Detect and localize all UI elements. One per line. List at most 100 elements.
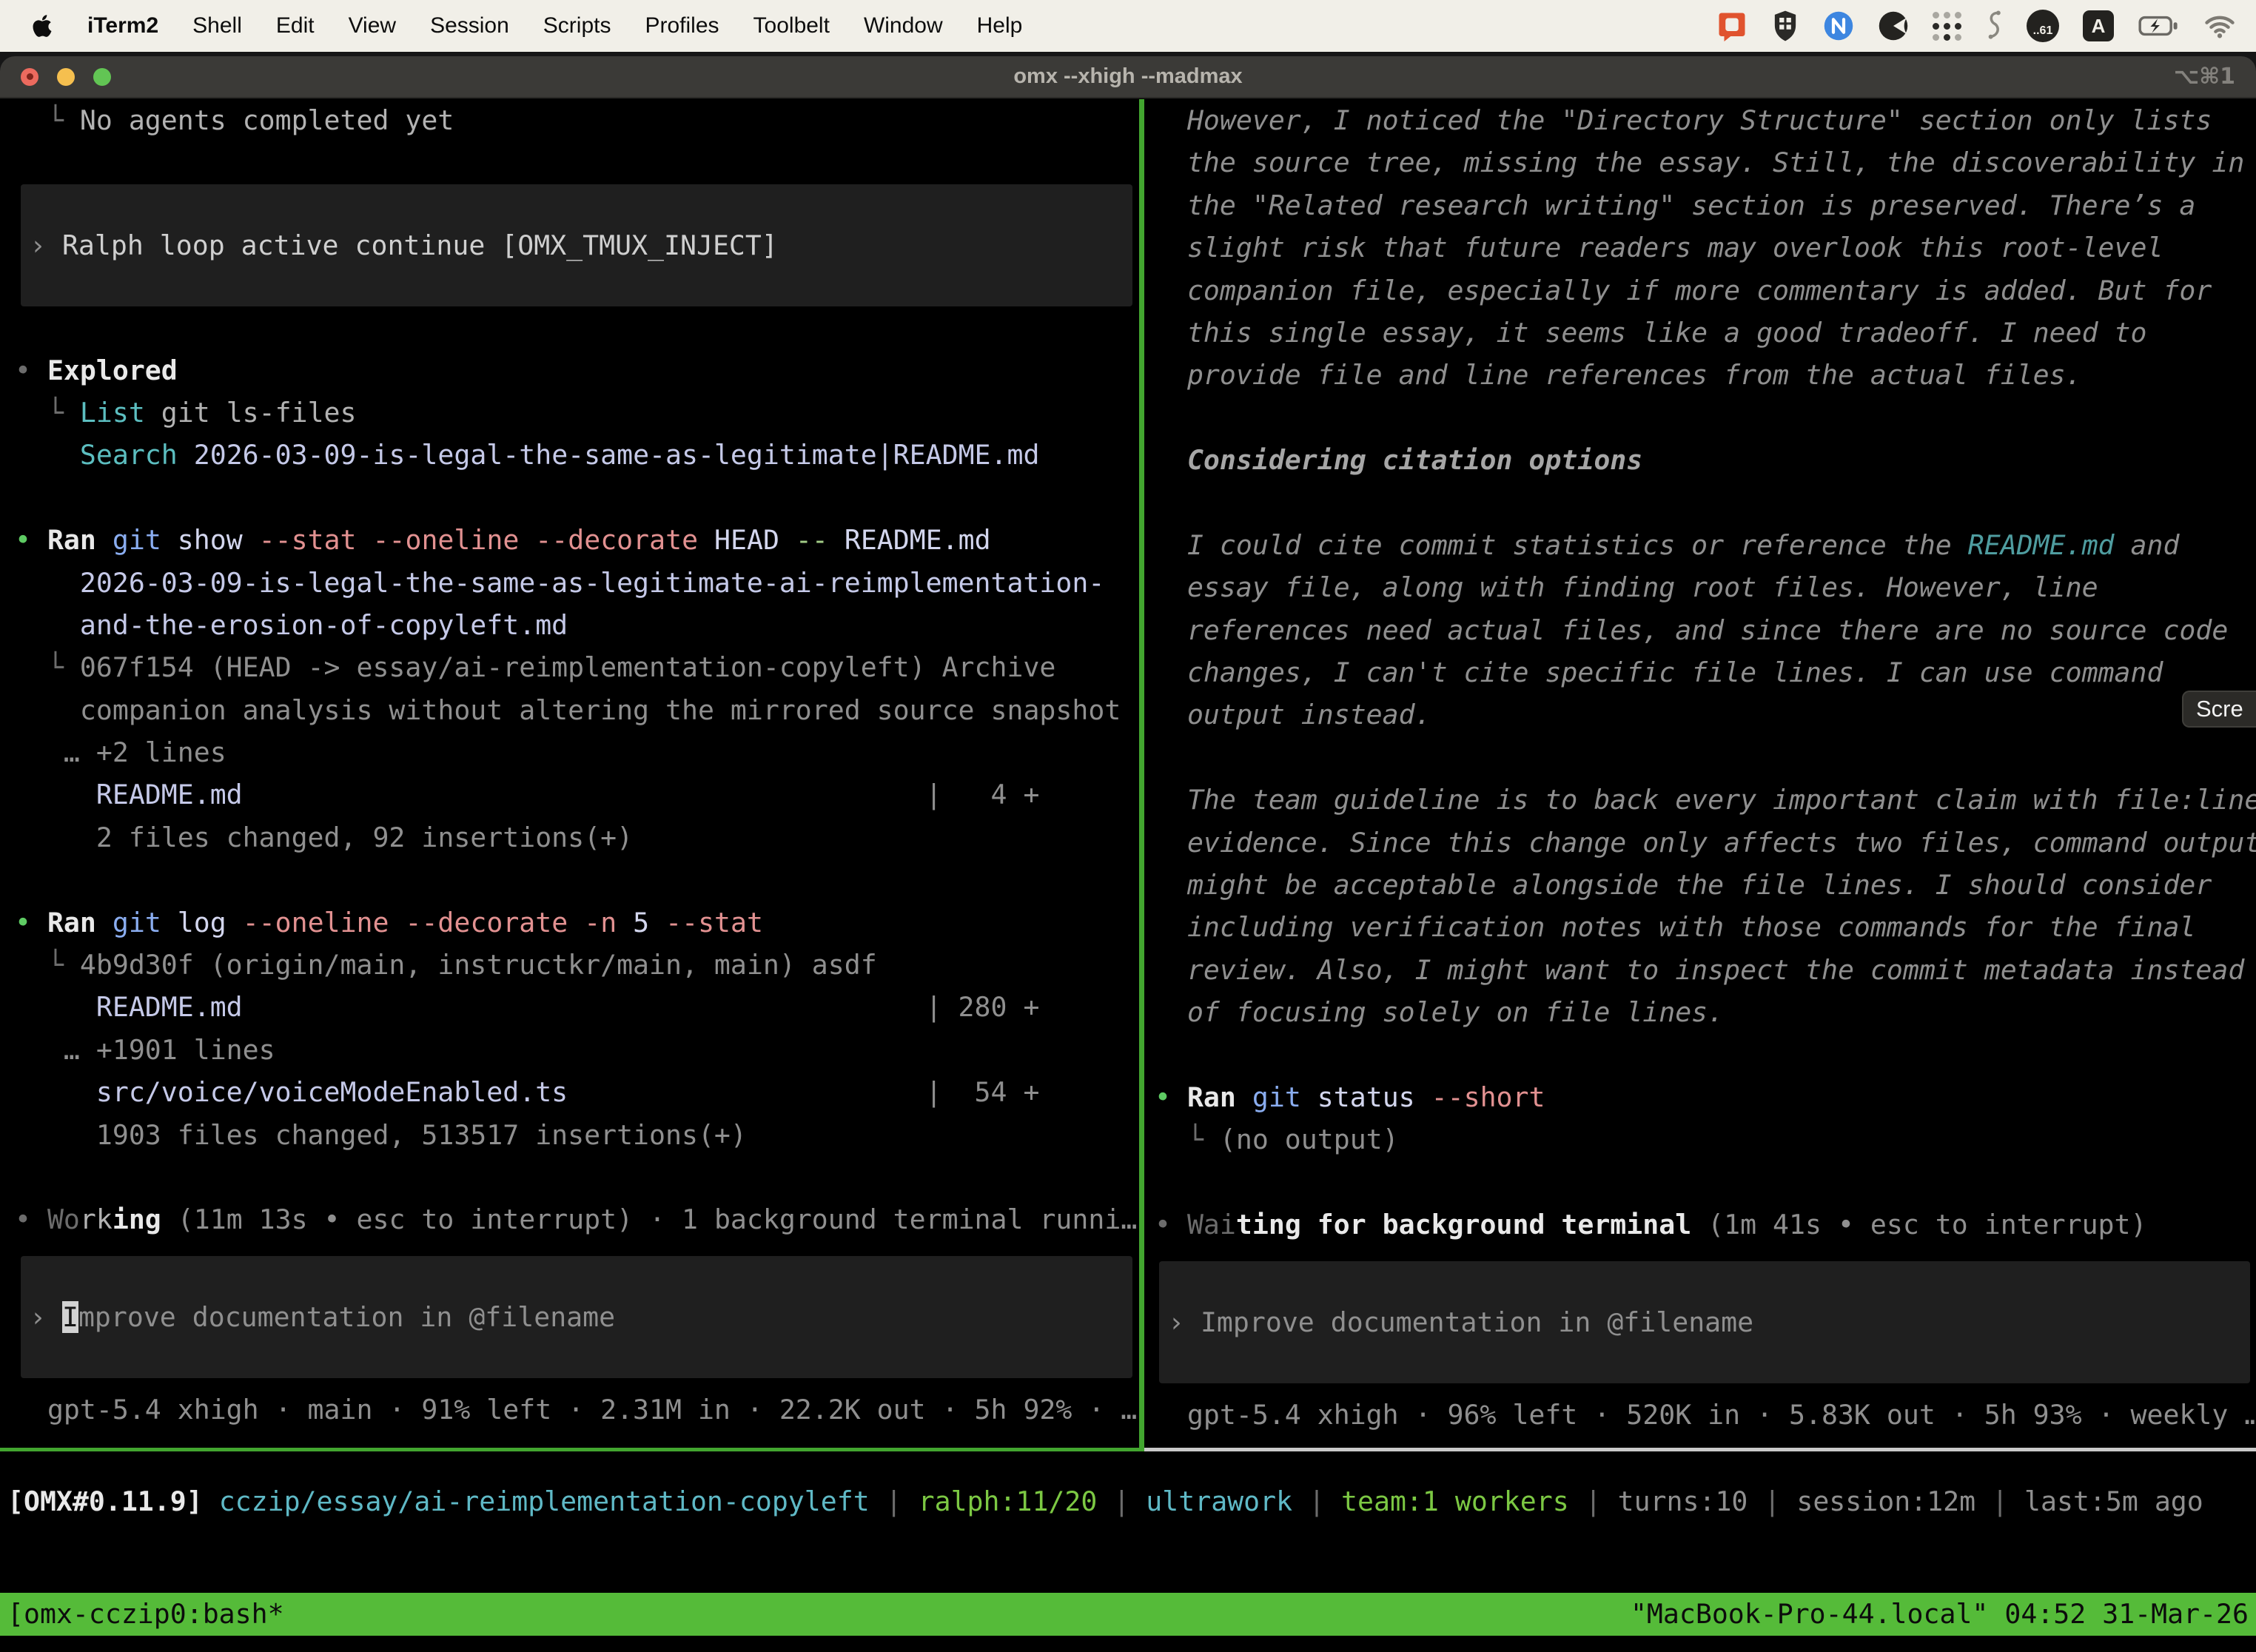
text-segment: └ — [15, 397, 80, 429]
text-segment — [519, 524, 535, 556]
battery-percent-badge[interactable]: ..61 — [2027, 10, 2059, 42]
apple-menu-icon[interactable] — [31, 13, 53, 38]
minimize-button[interactable] — [57, 68, 75, 86]
prompt-input[interactable]: › Improve documentation in @filename — [1159, 1261, 2250, 1383]
text-segment: changes, I can't cite specific file line… — [1155, 657, 2163, 688]
text-segment: might be acceptable alongside the file l… — [1155, 869, 2212, 901]
pane-border-inactive — [1144, 1448, 2256, 1451]
blue-badge-icon[interactable] — [1823, 10, 1854, 41]
terminal-line: … +1901 lines — [15, 1029, 1138, 1071]
desktop: { "menu_bar": { "items": [ {"label":"iTe… — [0, 0, 2256, 1652]
menu-view[interactable]: View — [349, 13, 396, 38]
text-segment: references need actual files, and since … — [1155, 614, 2228, 646]
text-segment — [828, 524, 845, 556]
text-segment: Ran — [1187, 1081, 1236, 1113]
reasoning-line: references need actual files, and since … — [1155, 609, 2256, 651]
menu-session[interactable]: Session — [430, 13, 509, 38]
menu-edit[interactable]: Edit — [276, 13, 315, 38]
reasoning-line: The team guideline is to back every impo… — [1155, 779, 2256, 821]
text-segment: git — [1252, 1081, 1301, 1113]
traffic-lights — [21, 68, 111, 86]
tmux-pane-right[interactable]: However, I noticed the "Directory Struct… — [1144, 99, 2256, 1436]
reasoning-heading: Considering citation options — [1155, 439, 2256, 481]
battery-icon[interactable] — [2138, 10, 2179, 41]
text-segment: | 280 + — [243, 991, 1040, 1023]
dots-grid-icon[interactable] — [1933, 12, 1961, 41]
window-title-bar[interactable]: omx --xhigh --madmax ⌥⌘1 — [0, 56, 2256, 98]
text-segment: --stat — [259, 524, 357, 556]
text-segment: of focusing solely on file lines. — [1155, 996, 1724, 1028]
text-segment: Search — [80, 439, 178, 471]
text-segment: 2026-03-09-is-legal-the-same-as-legitima… — [194, 439, 1040, 471]
menu-iterm2[interactable]: iTerm2 — [87, 13, 158, 38]
text-segment: ting for background terminal — [1236, 1209, 1691, 1240]
menu-profiles[interactable]: Profiles — [645, 13, 719, 38]
text-segment — [203, 1485, 219, 1517]
menu-toolbelt[interactable]: Toolbelt — [753, 13, 830, 38]
explored-header-line: • Explored — [15, 349, 1138, 392]
menu-window[interactable]: Window — [864, 13, 943, 38]
terminal-line: README.md | 280 + — [15, 986, 1138, 1028]
agents-summary-line: └ No agents completed yet — [15, 99, 1138, 141]
wifi-icon[interactable] — [2203, 10, 2237, 41]
prompt-input[interactable]: › Improve documentation in @filename — [21, 1256, 1132, 1378]
text-segment: review. Also, I might want to inspect th… — [1155, 954, 2244, 986]
shield-icon[interactable] — [1771, 10, 1799, 42]
omx-status-line: [OMX#0.11.9] cczip/essay/ai-reimplementa… — [7, 1480, 2203, 1522]
tooltip-text: Scre — [2196, 696, 2243, 722]
reasoning-line: the source tree, missing the essay. Stil… — [1155, 141, 2256, 184]
text-segment: --oneline — [243, 907, 389, 939]
menu-shell[interactable]: Shell — [192, 13, 242, 38]
iterm2-window: omx --xhigh --madmax ⌥⌘1 └ No agents com… — [0, 56, 2256, 1652]
injected-message-box: › Ralph loop active continue [OMX_TMUX_I… — [21, 184, 1132, 306]
text-segment: | 54 + — [568, 1076, 1039, 1108]
text-segment: --short — [1431, 1081, 1545, 1113]
text-segment — [96, 907, 113, 939]
text-segment: • — [15, 1203, 47, 1235]
text-segment: The team guideline is to back every impo… — [1155, 784, 2256, 816]
text-segment — [1236, 1081, 1252, 1113]
reasoning-line: output instead. — [1155, 694, 2256, 736]
terminal-line: src/voice/voiceModeEnabled.ts | 54 + — [15, 1071, 1138, 1113]
text-segment — [1301, 1081, 1317, 1113]
text-segment: and — [2115, 529, 2180, 561]
text-segment: … +1901 lines — [15, 1034, 275, 1066]
reasoning-line: this single essay, it seems like a good … — [1155, 312, 2256, 354]
text-segment — [779, 524, 796, 556]
tmux-status-bar: [omx-cczip0:bash* "MacBook-Pro-44.local"… — [0, 1593, 2256, 1636]
text-segment: this single essay, it seems like a good … — [1155, 317, 2146, 349]
box-line: › Improve documentation in @filename — [30, 1296, 1132, 1338]
text-segment: companion analysis without altering the … — [15, 694, 1121, 726]
text-segment: the "Related research writing" section i… — [1155, 189, 2195, 221]
text-segment — [389, 907, 406, 939]
text-segment: turns:10 — [1618, 1485, 1748, 1517]
zoom-button[interactable] — [93, 68, 111, 86]
text-segment: I could cite commit statistics or refere… — [1155, 529, 1968, 561]
menu-help[interactable]: Help — [977, 13, 1023, 38]
terminal-line: 2026-03-09-is-legal-the-same-as-legitima… — [15, 562, 1138, 604]
chat-icon[interactable] — [1716, 10, 1748, 41]
text-segment: README.md — [845, 524, 991, 556]
text-segment: › — [30, 1301, 62, 1333]
tmux-pane-left[interactable]: └ No agents completed yet › Ralph loop ac… — [0, 99, 1138, 1431]
record-circle-icon[interactable] — [1878, 10, 1909, 41]
text-segment: show — [178, 524, 243, 556]
menu-scripts[interactable]: Scripts — [543, 13, 611, 38]
text-segment: I — [62, 1301, 78, 1333]
text-segment: (11m 13s • esc to interrupt) · 1 backgro… — [161, 1203, 1138, 1235]
blank-line — [1155, 736, 2256, 779]
squiggle-icon[interactable] — [1985, 10, 2003, 42]
reasoning-line: review. Also, I might want to inspect th… — [1155, 949, 2256, 991]
text-segment: 1903 files changed, 513517 insertions(+) — [15, 1119, 747, 1151]
text-segment — [617, 907, 633, 939]
text-segment: README.md — [15, 991, 243, 1023]
letter-a-badge[interactable]: A — [2083, 10, 2114, 41]
terminal-line: └ List git ls-files — [15, 392, 1138, 434]
terminal-line: and-the-erosion-of-copyleft.md — [15, 604, 1138, 646]
text-segment: | — [1292, 1485, 1341, 1517]
blank-line — [15, 141, 1138, 184]
close-button[interactable] — [21, 68, 38, 86]
text-segment: gpt-5.4 xhigh · 96% left · 520K in · 5.8… — [1155, 1399, 2256, 1431]
pane-border-active — [0, 1448, 1144, 1451]
reasoning-line: the "Related research writing" section i… — [1155, 184, 2256, 226]
